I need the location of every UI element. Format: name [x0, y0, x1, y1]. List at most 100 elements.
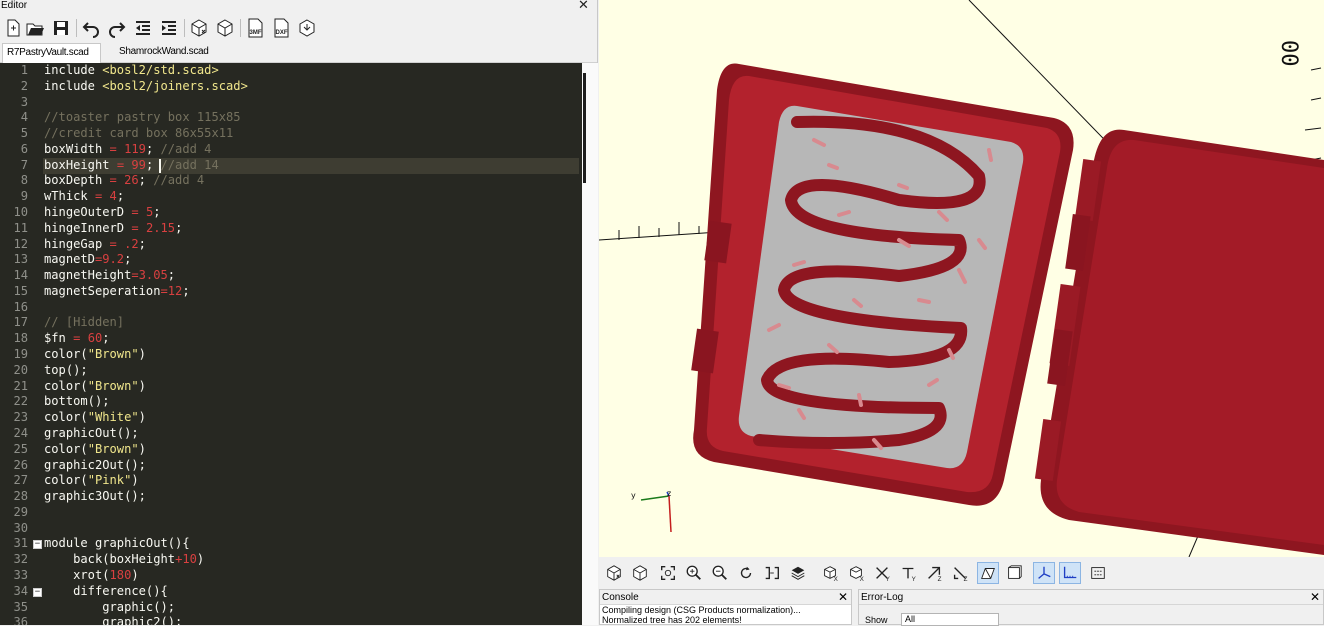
code-line[interactable]: graphic3Out();	[44, 489, 146, 503]
view-left-button[interactable]: Y	[897, 562, 919, 584]
editor-toolbar: 3MF DXF	[0, 13, 597, 43]
unindent-button[interactable]	[132, 16, 154, 40]
tab-shamrockwand[interactable]: ShamrockWand.scad	[115, 43, 227, 63]
code-line[interactable]: module graphicOut(){	[44, 536, 190, 550]
zoom-out-icon	[712, 565, 727, 580]
code-line[interactable]: hingeGap = .2;	[44, 237, 146, 251]
line-number: 23	[13, 410, 28, 425]
editor-panel: Editor ✕ 3MF DXF R7PastryVault.scad✕ Sham…	[0, 0, 598, 625]
view-all-button[interactable]	[657, 562, 679, 584]
code-line[interactable]: //credit card box 86x55x11	[44, 126, 233, 140]
view-center-button[interactable]	[787, 562, 809, 584]
code-line[interactable]: color("Brown")	[44, 442, 146, 456]
line-number: 35	[13, 599, 28, 614]
svg-text:Y: Y	[912, 576, 917, 582]
3d-viewport[interactable]: 00 100	[599, 0, 1324, 557]
line-number: 7	[20, 157, 28, 172]
code-line[interactable]: color("Pink")	[44, 473, 139, 487]
code-line[interactable]: back(boxHeight+10)	[44, 552, 204, 566]
code-line[interactable]: color("Brown")	[44, 347, 146, 361]
preview-button[interactable]	[603, 562, 625, 584]
code-line[interactable]: bottom();	[44, 394, 110, 408]
code-line[interactable]: magnetSeperation=12;	[44, 284, 190, 298]
indent-button[interactable]	[158, 16, 180, 40]
console-close-button[interactable]: ✕	[838, 590, 848, 604]
code-token: $fn	[44, 331, 74, 346]
code-line[interactable]: wThick = 4;	[44, 189, 124, 203]
code-scrollbar[interactable]	[582, 63, 598, 625]
open-file-button[interactable]	[24, 16, 46, 40]
zoom-in-button[interactable]	[683, 562, 705, 584]
scrollbar-thumb[interactable]	[583, 73, 586, 183]
orthogonal-button[interactable]	[1003, 562, 1025, 584]
code-line[interactable]: //toaster pastry box 115x85	[44, 110, 241, 124]
code-token: "Brown"	[87, 441, 139, 456]
export-dxf-button[interactable]: DXF	[270, 16, 292, 40]
fold-toggle-icon[interactable]: −	[33, 540, 42, 550]
error-log-close-button[interactable]: ✕	[1310, 590, 1320, 604]
code-line[interactable]: xrot(180)	[44, 568, 139, 582]
show-axes-button[interactable]	[1033, 562, 1055, 584]
show-filter-select[interactable]: All	[901, 613, 999, 626]
code-token: graphic();	[44, 599, 176, 614]
code-line[interactable]: graphicOut();	[44, 426, 139, 440]
code-line[interactable]: include <bosl2/joiners.scad>	[44, 79, 248, 93]
export-3mf-button[interactable]: 3MF	[244, 16, 266, 40]
tab-r7pastryvault[interactable]: R7PastryVault.scad✕	[2, 43, 101, 75]
code-token: =	[109, 141, 125, 156]
code-line[interactable]: hingeInnerD = 2.15;	[44, 221, 182, 235]
code-line[interactable]: hingeOuterD = 5;	[44, 205, 161, 219]
code-line[interactable]: graphic();	[44, 600, 175, 614]
code-line[interactable]: color("Brown")	[44, 379, 146, 393]
redo-button[interactable]	[106, 16, 128, 40]
code-line[interactable]: magnetD=9.2;	[44, 252, 131, 266]
view-right-button[interactable]: X	[819, 562, 841, 584]
zoom-out-button[interactable]	[709, 562, 731, 584]
redo-icon	[109, 22, 126, 38]
code-token: color(	[44, 347, 88, 362]
code-token: ;	[116, 189, 125, 204]
code-token: 10	[182, 552, 197, 567]
code-line[interactable]: $fn = 60;	[44, 331, 110, 345]
show-scale-button[interactable]	[1059, 562, 1081, 584]
line-number: 18	[13, 331, 28, 346]
preview-button[interactable]	[188, 16, 210, 40]
code-token: include	[44, 63, 103, 77]
code-line[interactable]: boxHeight = 99; //add 14	[44, 158, 219, 172]
code-line[interactable]: difference(){	[44, 584, 168, 598]
reset-view-button[interactable]	[735, 562, 757, 584]
code-line[interactable]: include <bosl2/std.scad>	[44, 63, 219, 77]
code-line[interactable]: magnetHeight=3.05;	[44, 268, 175, 282]
render-button[interactable]	[629, 562, 651, 584]
send-to-printer-icon	[299, 19, 315, 37]
undo-button[interactable]	[80, 16, 102, 40]
code-editor[interactable]: 1 include <bosl2/std.scad> 2 include <bosl2…	[0, 63, 582, 625]
code-line[interactable]: // [Hidden]	[44, 315, 124, 329]
view-bottom-button[interactable]: Y	[871, 562, 893, 584]
send-to-printer-button[interactable]	[296, 16, 318, 40]
code-line[interactable]: boxDepth = 26; //add 4	[44, 173, 204, 187]
view-top-button[interactable]: X	[845, 562, 867, 584]
line-number: 28	[13, 489, 28, 504]
code-line[interactable]: graphic2();	[44, 615, 182, 625]
code-line[interactable]: boxWidth = 119; //add 4	[44, 142, 211, 156]
render-button[interactable]	[214, 16, 236, 40]
code-line[interactable]: top();	[44, 363, 88, 377]
new-file-button[interactable]	[2, 16, 24, 40]
error-log-title-bar: Error-Log ✕	[859, 590, 1323, 605]
code-token: color(	[44, 441, 88, 456]
code-token: graphic3Out();	[44, 489, 146, 504]
perspective-button[interactable]	[977, 562, 999, 584]
show-edges-button[interactable]	[1087, 562, 1109, 584]
code-line[interactable]: color("White")	[44, 410, 146, 424]
view-back-button[interactable]: Z	[949, 562, 971, 584]
svg-text:Y: Y	[886, 576, 891, 582]
save-button[interactable]	[50, 16, 72, 40]
tab-label: ShamrockWand.scad	[119, 46, 209, 57]
code-token: 9.2	[102, 252, 125, 267]
fold-toggle-icon[interactable]: −	[33, 587, 42, 597]
code-line[interactable]: graphic2Out();	[44, 458, 146, 472]
editor-close-button[interactable]: ✕	[578, 0, 589, 11]
view-diagonal-button[interactable]	[761, 562, 783, 584]
view-front-button[interactable]: Z	[923, 562, 945, 584]
